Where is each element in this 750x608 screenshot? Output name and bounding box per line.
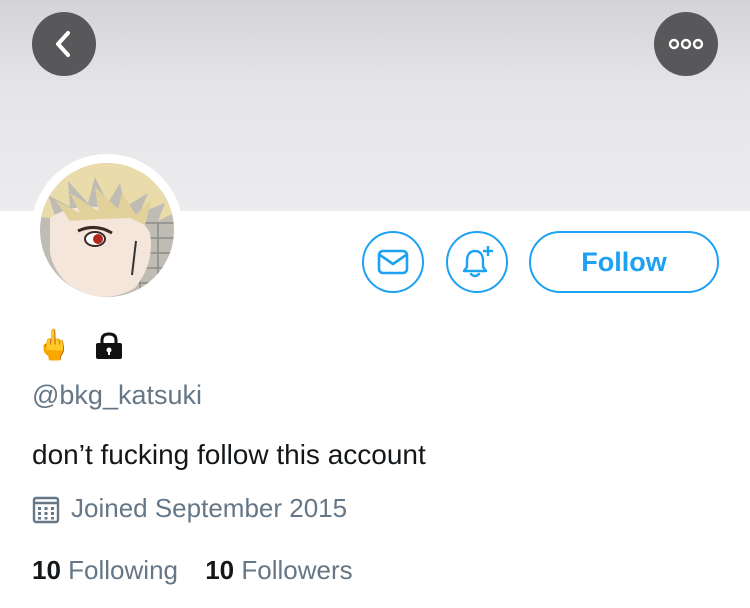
back-button[interactable] bbox=[32, 12, 96, 76]
lock-icon bbox=[93, 332, 125, 365]
envelope-icon bbox=[377, 249, 409, 275]
display-name-emoji: 🖕 bbox=[35, 329, 73, 362]
avatar[interactable] bbox=[40, 163, 174, 297]
message-button[interactable] bbox=[362, 231, 424, 293]
profile-stats: 10 Following 10 Followers bbox=[32, 555, 373, 586]
following-label: Following bbox=[68, 555, 178, 585]
notifications-button[interactable] bbox=[446, 231, 508, 293]
bell-plus-icon bbox=[462, 246, 493, 278]
following-count: 10 bbox=[32, 555, 61, 585]
calendar-icon bbox=[32, 496, 60, 529]
joined-date: Joined September 2015 bbox=[71, 493, 348, 523]
follow-button[interactable]: Follow bbox=[529, 231, 719, 293]
followers-count: 10 bbox=[205, 555, 235, 585]
following-link[interactable]: 10 Following bbox=[32, 555, 178, 586]
chevron-left-icon bbox=[56, 31, 70, 57]
profile-bio: don’t fucking follow this account bbox=[32, 439, 426, 470]
followers-label: Followers bbox=[241, 555, 353, 585]
more-dots-icon bbox=[668, 38, 704, 50]
profile-handle: @bkg_katsuki bbox=[32, 380, 202, 410]
more-options-button[interactable] bbox=[654, 12, 718, 76]
followers-link[interactable]: 10 Followers bbox=[205, 555, 352, 586]
